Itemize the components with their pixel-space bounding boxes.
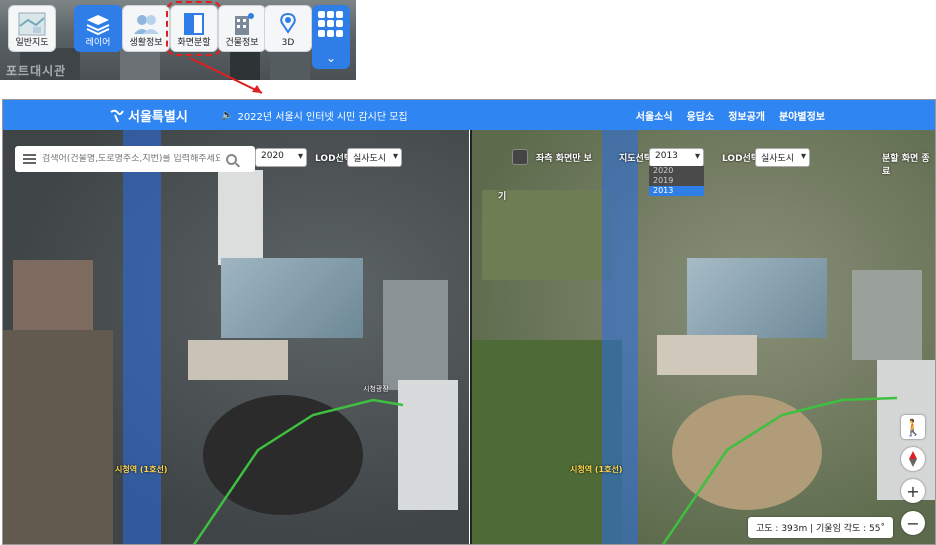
site-header: 서울특별시 🔈 2022년 서울시 인터넷 시민 감시단 모집 서울소식 응답소… (3, 100, 935, 130)
seoul-logo-icon (110, 109, 124, 122)
right-lod-label: LOD선택 (722, 154, 760, 164)
station-label: 시청역 (1호선) (570, 465, 623, 474)
building-icon (228, 11, 256, 37)
screenshot-root: 일반지도 레이어 생활정보 화면분할 건물정보 3D ⌄ 포트대시관 서울특별시… (0, 0, 936, 545)
toolbar-button-label: 화면분할 (177, 38, 211, 48)
year-option-selected[interactable]: 2013 (649, 186, 704, 196)
minus-icon: − (906, 513, 920, 533)
toolbar-button-split-screen[interactable]: 화면분할 (166, 1, 222, 56)
poi-label: 시청광장 (363, 385, 389, 393)
map-select-label: 지도선택 (619, 154, 653, 164)
map-pane-left[interactable]: 시청역 (1호선) 시청광장 2020 LOD선택 실사도시 (3, 130, 469, 544)
plus-icon: + (906, 481, 920, 501)
toolbar-button-label: 3D (281, 38, 295, 48)
walk-mode-button[interactable]: 🚶 (901, 415, 925, 439)
compass-icon (909, 451, 917, 467)
search-input[interactable] (42, 154, 220, 164)
corner-text: 기 (498, 192, 507, 202)
map-pane-right[interactable]: 시청역 (1호선) 기 좌측 화면만 보 지도선택 2013 2020 2019… (470, 130, 935, 544)
toolbar-button-label: 일반지도 (15, 38, 49, 48)
walk-path-line (192, 398, 404, 544)
toolbar-button-label: 생활정보 (129, 38, 163, 48)
pin-3d-icon (274, 11, 302, 37)
station-label: 시청역 (1호선) (115, 465, 168, 474)
nav-item-eungdapso[interactable]: 응답소 (687, 108, 715, 123)
people-icon (132, 11, 160, 37)
toolbar-grid-menu-button[interactable]: ⌄ (312, 5, 350, 69)
left-only-checkbox[interactable] (512, 149, 528, 165)
split-screen-icon (180, 11, 208, 37)
menu-icon[interactable] (23, 154, 36, 164)
pedestrian-icon: 🚶 (903, 417, 923, 437)
toolbar-button-life-info[interactable]: 생활정보 (122, 5, 170, 52)
header-notice[interactable]: 🔈 2022년 서울시 인터넷 시민 감시단 모집 (221, 108, 408, 123)
site-logo[interactable]: 서울특별시 (109, 106, 188, 125)
walk-path-line (661, 396, 898, 544)
camera-status: 고도 : 393m | 기울임 각도 : 55˚ (748, 517, 893, 538)
chevron-down-icon: ⌄ (325, 51, 337, 65)
nav-item-field-info[interactable]: 분야별정보 (779, 108, 825, 123)
left-only-label: 좌측 화면만 보 (536, 154, 592, 164)
exit-split-button[interactable]: 분할 화면 종료 (882, 151, 935, 177)
nav-item-news[interactable]: 서울소식 (636, 108, 673, 123)
toolbar-crop: 일반지도 레이어 생활정보 화면분할 건물정보 3D ⌄ 포트대시관 (0, 0, 356, 80)
nav-item-info-disclosure[interactable]: 정보공개 (728, 108, 765, 123)
header-nav: 서울소식 응답소 정보공개 분야별정보 (636, 108, 825, 123)
right-lod-select[interactable]: 실사도시 (755, 148, 810, 167)
zoom-in-button[interactable]: + (901, 479, 925, 503)
right-year-select[interactable]: 2013 (649, 148, 704, 167)
year-dropdown: 2020 2019 2013 (649, 166, 704, 196)
map-app-frame: 서울특별시 🔈 2022년 서울시 인터넷 시민 감시단 모집 서울소식 응답소… (2, 99, 936, 545)
map-icon (18, 11, 46, 37)
search-icon[interactable] (226, 153, 237, 165)
left-year-select[interactable]: 2020 (255, 148, 307, 167)
compass-button[interactable] (901, 447, 925, 471)
left-lod-select[interactable]: 실사도시 (347, 148, 402, 167)
toolbar-button-label: 레이어 (85, 38, 111, 48)
toolbar-button-label: 건물정보 (225, 38, 259, 48)
site-logo-text: 서울특별시 (128, 110, 188, 125)
search-box[interactable] (15, 146, 255, 172)
toolbar-button-basic-map[interactable]: 일반지도 (8, 5, 56, 52)
toolbar-button-3d[interactable]: 3D (264, 5, 312, 52)
toolbar-button-layers[interactable]: 레이어 (74, 5, 122, 52)
notice-text: 2022년 서울시 인터넷 시민 감시단 모집 (237, 112, 408, 123)
toolbar-button-building-info[interactable]: 건물정보 (218, 5, 266, 52)
speaker-icon: 🔈 (221, 110, 234, 121)
zoom-out-button[interactable]: − (901, 511, 925, 535)
year-option[interactable]: 2020 (649, 166, 704, 176)
toolbar-faded-text: 포트대시관 (6, 64, 67, 78)
grid-menu-icon (318, 11, 344, 37)
year-option[interactable]: 2019 (649, 176, 704, 186)
layers-icon (84, 11, 112, 37)
